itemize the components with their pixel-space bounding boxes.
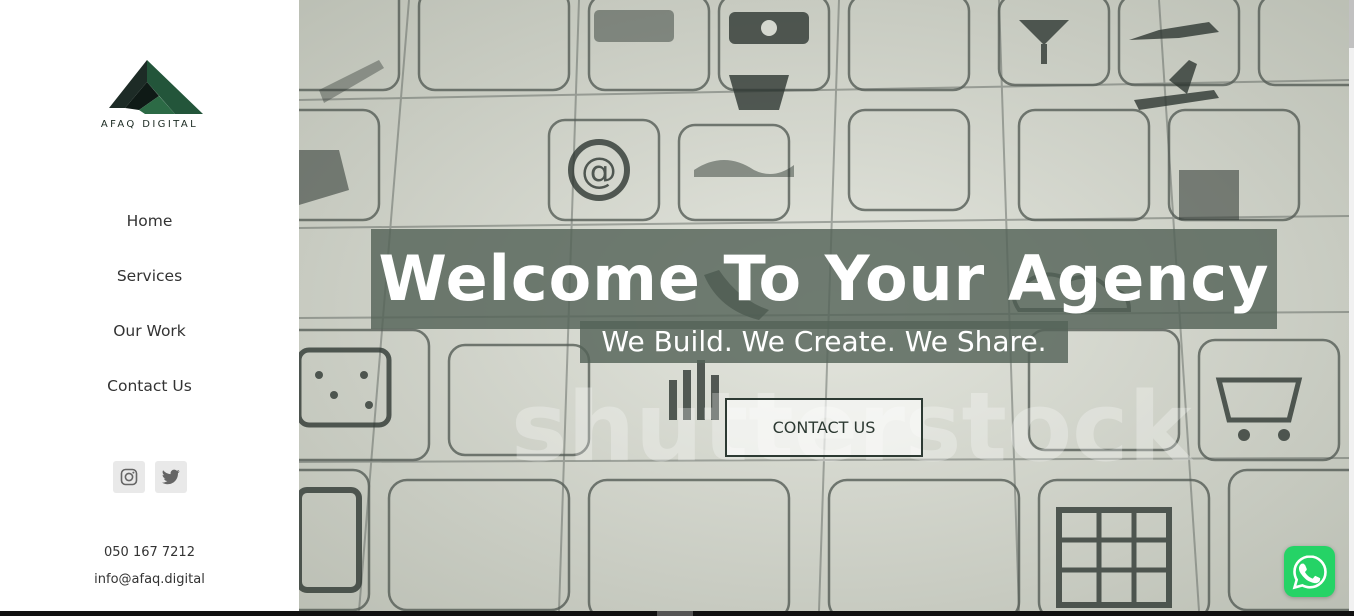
hero-section: @ shutterstock We [299, 0, 1349, 611]
contact-us-button[interactable]: CONTACT US [725, 398, 923, 457]
sidebar: AFAQ DIGITAL Home Services Our Work Cont… [0, 0, 299, 611]
nav-item-contact-us[interactable]: Contact Us [0, 365, 299, 420]
twitter-button[interactable] [154, 461, 187, 493]
nav-item-home[interactable]: Home [0, 200, 299, 255]
nav-item-services[interactable]: Services [0, 255, 299, 310]
whatsapp-button[interactable] [1284, 546, 1335, 597]
email-address[interactable]: info@afaq.digital [0, 570, 299, 597]
contact-info: 050 167 7212 info@afaq.digital [0, 543, 299, 597]
logo[interactable]: AFAQ DIGITAL [0, 56, 299, 136]
horizontal-scrollbar-thumb[interactable] [657, 611, 693, 616]
scrollbar-thumb[interactable] [1349, 0, 1354, 48]
twitter-icon [161, 469, 180, 485]
instagram-button[interactable] [112, 461, 145, 493]
logo-text: AFAQ DIGITAL [100, 119, 199, 130]
hero-headline: Welcome To Your Agency [371, 228, 1277, 329]
vertical-scrollbar[interactable] [1349, 0, 1354, 611]
phone-number[interactable]: 050 167 7212 [0, 543, 299, 570]
social-links [0, 461, 299, 493]
nav-item-our-work[interactable]: Our Work [0, 310, 299, 365]
hero-subheadline: We Build. We Create. We Share. [580, 321, 1068, 363]
main-nav: Home Services Our Work Contact Us [0, 200, 299, 420]
svg-text:@: @ [581, 151, 617, 192]
whatsapp-icon [1292, 554, 1327, 589]
instagram-icon [120, 468, 137, 486]
page: AFAQ DIGITAL Home Services Our Work Cont… [0, 0, 1354, 616]
horizontal-scrollbar[interactable] [0, 611, 1354, 616]
logo-mark [108, 60, 203, 114]
